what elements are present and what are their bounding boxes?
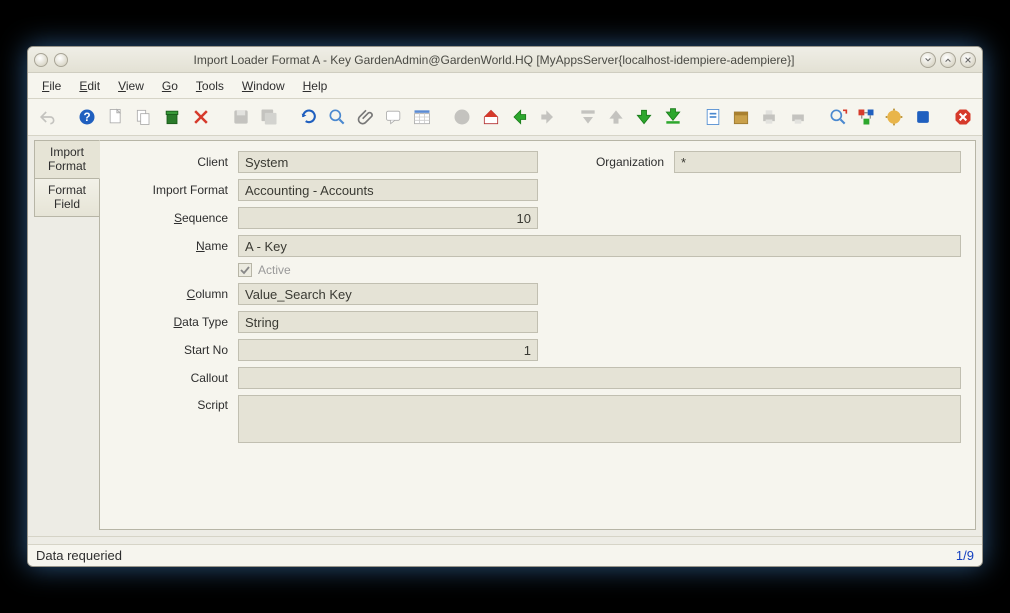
grid-icon[interactable] <box>411 105 433 129</box>
menu-help[interactable]: Help <box>295 76 336 96</box>
close-icon[interactable] <box>952 105 974 129</box>
label-import-format: Import Format <box>114 183 232 197</box>
tabs-side: ImportFormat FormatField <box>28 136 100 536</box>
report-icon[interactable] <box>701 105 723 129</box>
find-icon[interactable] <box>326 105 348 129</box>
workflow-icon[interactable] <box>855 105 877 129</box>
body: ImportFormat FormatField Client System O… <box>28 136 982 536</box>
record-bar <box>28 536 982 544</box>
save-all-icon[interactable] <box>258 105 280 129</box>
checkbox-active[interactable]: Active <box>238 263 291 277</box>
label-column: Column <box>114 287 232 301</box>
field-sequence[interactable]: 10 <box>238 207 538 229</box>
window-title: Import Loader Format A - Key GardenAdmin… <box>74 53 914 67</box>
field-data-type[interactable]: String <box>238 311 538 333</box>
save-icon[interactable] <box>229 105 251 129</box>
label-data-type: Data Type <box>114 315 232 329</box>
refresh-icon[interactable] <box>298 105 320 129</box>
menubar: File Edit View Go Tools Window Help <box>28 73 982 99</box>
tab-format-field[interactable]: FormatField <box>34 179 100 217</box>
titlebar: Import Loader Format A - Key GardenAdmin… <box>28 47 982 73</box>
delete-icon[interactable] <box>161 105 183 129</box>
field-client[interactable]: System <box>238 151 538 173</box>
tab-import-format[interactable]: ImportFormat <box>34 140 100 179</box>
app-window: Import Loader Format A - Key GardenAdmin… <box>27 46 983 567</box>
menu-view[interactable]: View <box>110 76 152 96</box>
field-import-format[interactable]: Accounting - Accounts <box>238 179 538 201</box>
home-icon[interactable] <box>480 105 502 129</box>
archive-icon[interactable] <box>730 105 752 129</box>
process-icon[interactable] <box>883 105 905 129</box>
label-active: Active <box>258 263 291 277</box>
product-icon[interactable] <box>912 105 934 129</box>
label-organization: Organization <box>568 155 668 169</box>
print-preview-icon[interactable] <box>787 105 809 129</box>
menu-file[interactable]: File <box>34 76 69 96</box>
label-start-no: Start No <box>114 343 232 357</box>
toolbar: ? <box>28 99 982 136</box>
field-column[interactable]: Value_Search Key <box>238 283 538 305</box>
minimize-button[interactable] <box>920 52 936 68</box>
field-name[interactable]: A - Key <box>238 235 961 257</box>
parent-expand-icon[interactable] <box>576 105 598 129</box>
menu-window[interactable]: Window <box>234 76 293 96</box>
status-text: Data requeried <box>36 548 956 563</box>
copy-icon[interactable] <box>133 105 155 129</box>
label-callout: Callout <box>114 371 232 385</box>
statusbar: Data requeried 1/9 <box>28 544 982 566</box>
window-controls <box>920 52 976 68</box>
chat-icon[interactable] <box>383 105 405 129</box>
status-record-count: 1/9 <box>956 548 974 563</box>
nav-back-icon[interactable] <box>508 105 530 129</box>
label-script: Script <box>114 395 232 412</box>
label-client: Client <box>114 155 232 169</box>
help-icon[interactable]: ? <box>76 105 98 129</box>
undo-icon[interactable] <box>36 105 58 129</box>
new-icon[interactable] <box>104 105 126 129</box>
check-icon <box>238 263 252 277</box>
field-organization[interactable]: * <box>674 151 961 173</box>
label-sequence: Sequence <box>114 211 232 225</box>
nav-next-icon[interactable] <box>536 105 558 129</box>
form-panel: Client System Organization * Import Form… <box>99 140 976 530</box>
svg-text:?: ? <box>84 111 91 124</box>
menu-tools[interactable]: Tools <box>188 76 232 96</box>
record-first-icon[interactable] <box>633 105 655 129</box>
close-window-button[interactable] <box>960 52 976 68</box>
record-last-icon[interactable] <box>661 105 683 129</box>
titlebar-secondary-icon <box>54 53 68 67</box>
field-callout[interactable] <box>238 367 961 389</box>
zoom-across-icon[interactable] <box>827 105 849 129</box>
print-icon[interactable] <box>758 105 780 129</box>
field-start-no[interactable]: 1 <box>238 339 538 361</box>
maximize-button[interactable] <box>940 52 956 68</box>
attach-icon[interactable] <box>355 105 377 129</box>
delete-confirm-icon[interactable] <box>189 105 211 129</box>
menu-edit[interactable]: Edit <box>71 76 108 96</box>
menu-go[interactable]: Go <box>154 76 186 96</box>
web-icon[interactable] <box>451 105 473 129</box>
field-script[interactable] <box>238 395 961 443</box>
titlebar-app-icon <box>34 53 48 67</box>
label-name: Name <box>114 239 232 253</box>
parent-up-icon[interactable] <box>605 105 627 129</box>
